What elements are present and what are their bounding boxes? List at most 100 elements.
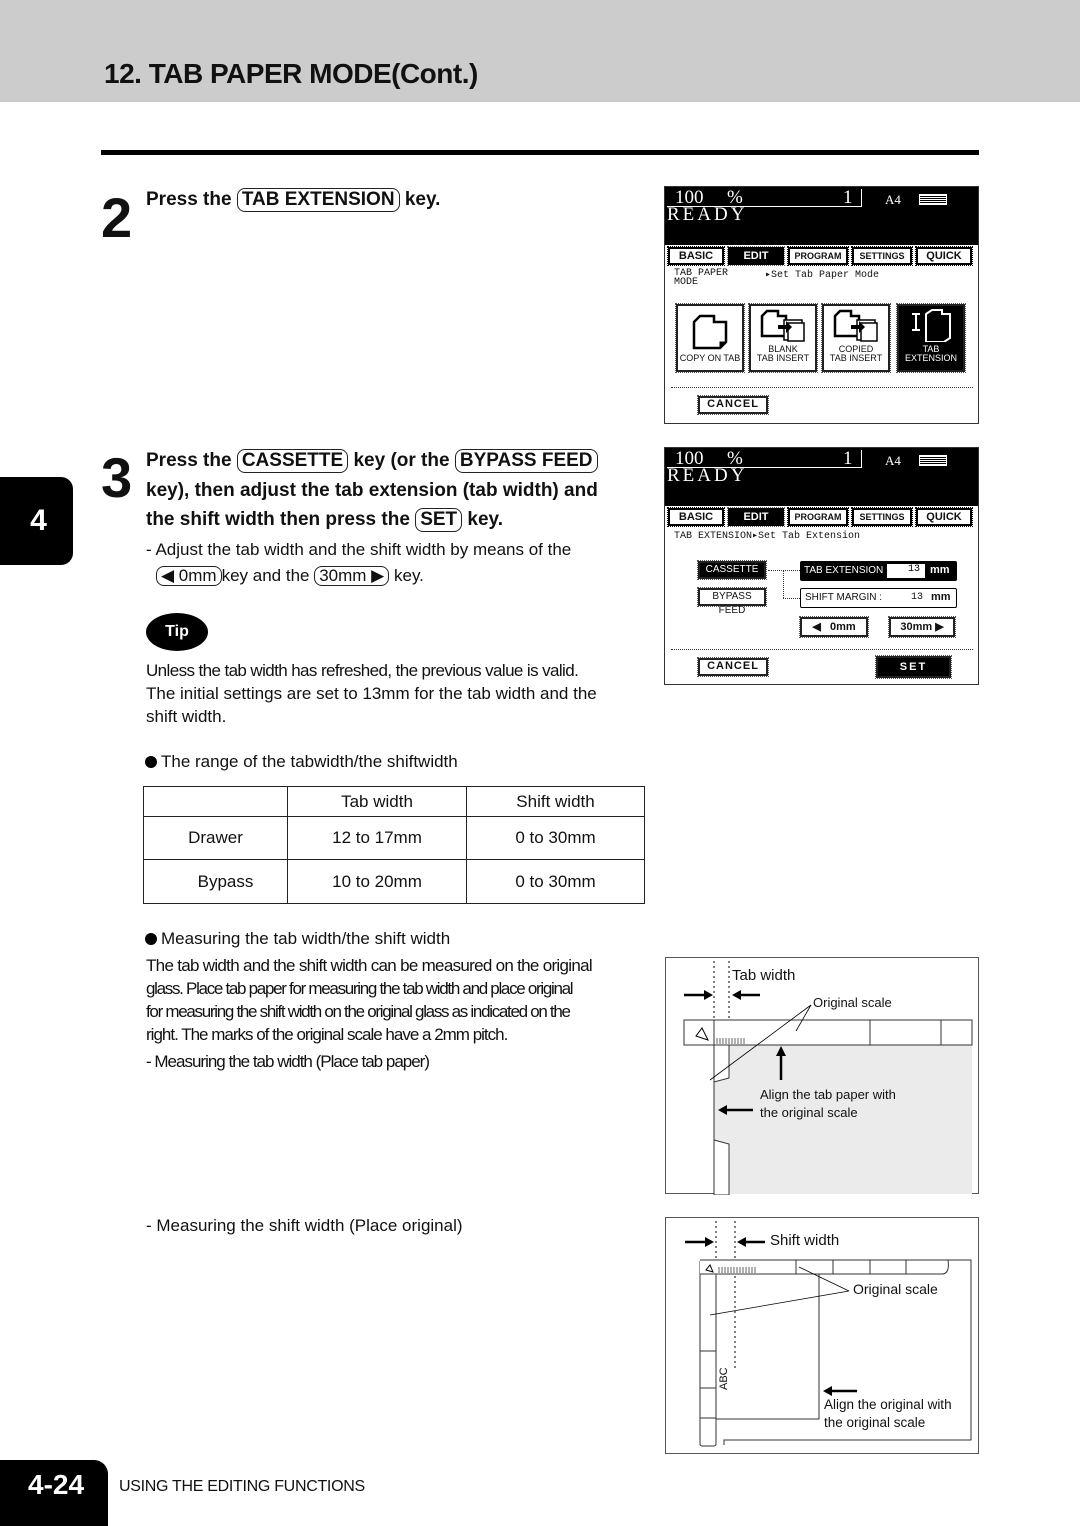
range-table: Tab width Shift width Drawer 12 to 17mm … <box>143 786 645 904</box>
abc-sample-text: ABC <box>718 1367 730 1390</box>
lcd-breadcrumb: TAB EXTENSION▸Set Tab Extension <box>674 531 861 542</box>
lcd-tab-bar: BASIC EDIT PROGRAM SETTINGS QUICK <box>665 507 978 527</box>
step-number-3: 3 <box>101 446 133 509</box>
decrease-0mm-button[interactable]: ◀ 0mm <box>799 616 869 638</box>
tab-edit[interactable]: EDIT <box>727 507 785 527</box>
lcd-tab-bar: BASIC EDIT PROGRAM SETTINGS QUICK <box>665 246 978 266</box>
key-tab-extension: TAB EXTENSION <box>236 188 400 212</box>
lcd-panel-tab-extension: 100 % 1 A4 READY BASIC EDIT PROGRAM SETT… <box>664 447 979 685</box>
cancel-button[interactable]: CANCEL <box>697 395 769 415</box>
key-30mm: 30mm ▶ <box>314 566 390 586</box>
shift-margin-field[interactable]: SHIFT MARGIN : 13 mm <box>800 588 957 608</box>
tip-text: Unless the tab width has refreshed, the … <box>146 661 597 726</box>
lcd-status-bar: 100 % 1 A4 READY <box>665 187 978 245</box>
original-scale-label: Original scale <box>813 995 892 1010</box>
arrow-right-icon <box>704 990 713 1000</box>
set-button[interactable]: SET <box>875 655 952 679</box>
section-divider <box>101 150 979 155</box>
tab-basic[interactable]: BASIC <box>667 246 725 266</box>
bullet-icon <box>145 933 157 945</box>
status-ready: READY <box>667 465 748 486</box>
shift-margin-value: 13 <box>910 592 923 603</box>
copied-tab-insert-icon <box>833 309 878 342</box>
step2-prefix: Press the <box>146 189 232 210</box>
tab-edit[interactable]: EDIT <box>727 246 785 266</box>
step3-substep: - Adjust the tab width and the shift wid… <box>146 540 572 586</box>
key-0mm: ◀ 0mm <box>156 566 222 586</box>
lcd-panel-tab-paper-mode: 100 % 1 A4 READY BASIC EDIT PROGRAM SETT… <box>664 186 979 424</box>
paper-size: A4 <box>885 192 901 207</box>
original-scale-label: Original scale <box>853 1281 938 1297</box>
copied-tab-insert-button[interactable]: COPIED TAB INSERT <box>821 303 891 373</box>
tab-settings[interactable]: SETTINGS <box>851 507 913 527</box>
measure-heading: Measuring the tab width/the shift width <box>145 927 450 950</box>
tab-program[interactable]: PROGRAM <box>787 246 849 266</box>
page-title: 12. TAB PAPER MODE(Cont.) <box>104 58 478 89</box>
arrow-left-icon <box>732 990 741 1000</box>
tab-extension-value: 13 <box>887 564 925 578</box>
key-set: SET <box>415 508 463 532</box>
paper-size: A4 <box>885 453 901 468</box>
original-scale <box>683 1019 973 1046</box>
align-original-caption: Align the original with the original sca… <box>824 1397 952 1430</box>
measure-tab-subheading: - Measuring the tab width (Place tab pap… <box>146 1052 430 1071</box>
step-number-2: 2 <box>101 186 133 249</box>
tab-width-label: Tab width <box>732 967 796 984</box>
tab-extension-icon <box>912 309 951 343</box>
shift-margin-label: SHIFT MARGIN : <box>805 592 883 603</box>
status-ready: READY <box>667 204 748 225</box>
unit-mm: mm <box>930 564 950 576</box>
lcd-breadcrumb-right: ▸Set Tab Paper Mode <box>765 270 880 281</box>
page-number: 4-24 <box>0 1460 108 1526</box>
table-row: Drawer 12 to 17mm 0 to 30mm <box>143 816 645 860</box>
folder-tab-icon <box>692 314 728 350</box>
blank-tab-insert-button[interactable]: BLANK TAB INSERT <box>748 303 818 373</box>
lcd-status-bar: 100 % 1 A4 READY <box>665 448 978 506</box>
tab-basic[interactable]: BASIC <box>667 507 725 527</box>
copies-count: 1 <box>843 448 853 469</box>
lcd-breadcrumb-left: TAB PAPER MODE <box>674 268 729 288</box>
tip-badge: Tip <box>146 613 208 651</box>
arrow-left-icon <box>823 1386 832 1396</box>
measure-paragraph: The tab width and the shift width can be… <box>146 954 651 1073</box>
paper-tray-icon <box>919 455 947 466</box>
original-document <box>715 1273 820 1420</box>
copies-count: 1 <box>843 187 853 208</box>
align-tab-caption: Align the tab paper with the original sc… <box>760 1087 896 1120</box>
footer-section-title: USING THE EDITING FUNCTIONS <box>119 1478 365 1495</box>
arrow-left-icon <box>737 1237 746 1247</box>
tab-quick[interactable]: QUICK <box>915 507 973 527</box>
column-header-shift-width: Shift width <box>466 786 645 817</box>
tab-quick[interactable]: QUICK <box>915 246 973 266</box>
bypass-feed-button[interactable]: BYPASS FEED <box>697 587 767 616</box>
tab-extension-button[interactable]: TAB EXTENSION <box>896 303 966 373</box>
shift-width-label: Shift width <box>770 1232 840 1249</box>
copy-on-tab-button[interactable]: COPY ON TAB <box>675 303 745 373</box>
bullet-icon <box>145 756 157 768</box>
step3-instruction: Press the CASSETTE key (or the BYPASS FE… <box>146 449 598 532</box>
tab-settings[interactable]: SETTINGS <box>851 246 913 266</box>
tab-extension-label: TAB EXTENSION : <box>804 565 889 576</box>
cancel-button[interactable]: CANCEL <box>697 657 769 677</box>
arrow-right-icon <box>705 1237 714 1247</box>
step2-instruction: Press the TAB EXTENSION key. <box>146 185 440 215</box>
tab-extension-field[interactable]: TAB EXTENSION : 13 mm <box>800 561 957 581</box>
chapter-tab: 4 <box>0 477 73 565</box>
table-row: Bypass 10 to 20mm 0 to 30mm <box>143 859 645 904</box>
unit-mm: mm <box>931 591 951 603</box>
table-header-row: Tab width Shift width <box>143 786 645 817</box>
column-header-tab-width: Tab width <box>287 786 467 817</box>
key-cassette: CASSETTE <box>236 449 349 473</box>
increase-30mm-button[interactable]: 30mm ▶ <box>888 616 956 638</box>
blank-tab-insert-icon <box>760 309 805 342</box>
range-heading: The range of the tabwidth/the shiftwidth <box>145 750 458 773</box>
shift-width-figure: Shift width Original scale ABC Align the… <box>665 1217 979 1454</box>
cassette-button[interactable]: CASSETTE <box>697 560 767 580</box>
lcd-divider <box>671 387 973 388</box>
tab-program[interactable]: PROGRAM <box>787 507 849 527</box>
lcd-divider <box>671 649 973 650</box>
tab-width-figure: Tab width Original scale Align the tab p… <box>665 957 979 1195</box>
step2-suffix: key. <box>404 189 441 210</box>
tab-width-diagram <box>683 961 973 1195</box>
measure-shift-subheading: - Measuring the shift width (Place origi… <box>146 1216 463 1235</box>
